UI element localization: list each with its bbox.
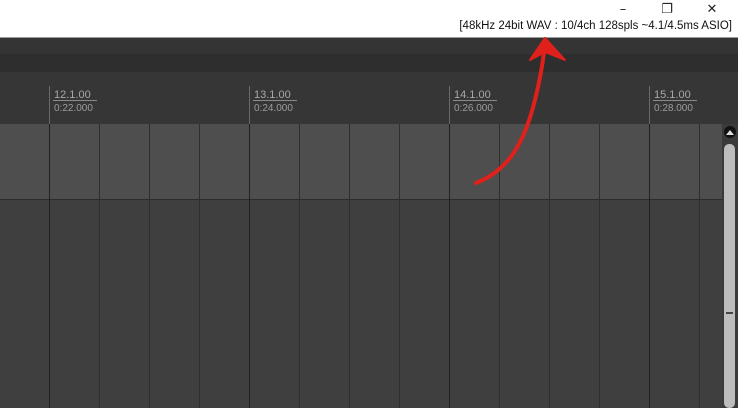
scrollbar-thumb[interactable] bbox=[724, 144, 735, 408]
ruler-time-label: 0:22.000 bbox=[54, 103, 93, 114]
audio-status-bar: [48kHz 24bit WAV : 10/4ch 128spls ~4.1/4… bbox=[0, 18, 738, 38]
scroll-up-icon[interactable] bbox=[724, 126, 736, 138]
ruler-beat-label: 15.1.00 bbox=[654, 89, 691, 101]
close-icon: ✕ bbox=[706, 1, 718, 17]
ruler-time-label: 0:26.000 bbox=[454, 103, 493, 114]
track-lane[interactable] bbox=[0, 124, 722, 200]
minimize-button[interactable]: – bbox=[605, 0, 641, 18]
window-titlebar: – ❐ ✕ bbox=[0, 0, 738, 18]
ruler-beat-label: 13.1.00 bbox=[254, 89, 291, 101]
minimize-icon: – bbox=[619, 1, 627, 17]
restore-icon: ❐ bbox=[661, 1, 673, 17]
ruler-marker: 12.1.00 0:22.000 bbox=[49, 86, 170, 124]
ruler-time-label: 0:24.000 bbox=[254, 103, 293, 114]
close-button[interactable]: ✕ bbox=[694, 0, 730, 18]
toolbar-strip bbox=[0, 54, 738, 72]
ruler-beat-label: 12.1.00 bbox=[54, 89, 91, 101]
ruler-marker: 13.1.00 0:24.000 bbox=[249, 86, 370, 124]
vertical-scrollbar[interactable] bbox=[722, 124, 738, 408]
ruler-marker: 15.1.00 0:28.000 bbox=[649, 86, 738, 124]
audio-device-status[interactable]: [48kHz 24bit WAV : 10/4ch 128spls ~4.1/4… bbox=[459, 20, 732, 32]
menu-strip bbox=[0, 38, 738, 54]
arrange-empty-area[interactable] bbox=[0, 200, 722, 408]
ruler-beat-label: 14.1.00 bbox=[454, 89, 491, 101]
maximize-button[interactable]: ❐ bbox=[649, 0, 685, 18]
timeline-ruler[interactable]: 12.1.00 0:22.000 13.1.00 0:24.000 14.1.0… bbox=[0, 72, 738, 124]
ruler-marker: 14.1.00 0:26.000 bbox=[449, 86, 570, 124]
ruler-time-label: 0:28.000 bbox=[654, 103, 693, 114]
